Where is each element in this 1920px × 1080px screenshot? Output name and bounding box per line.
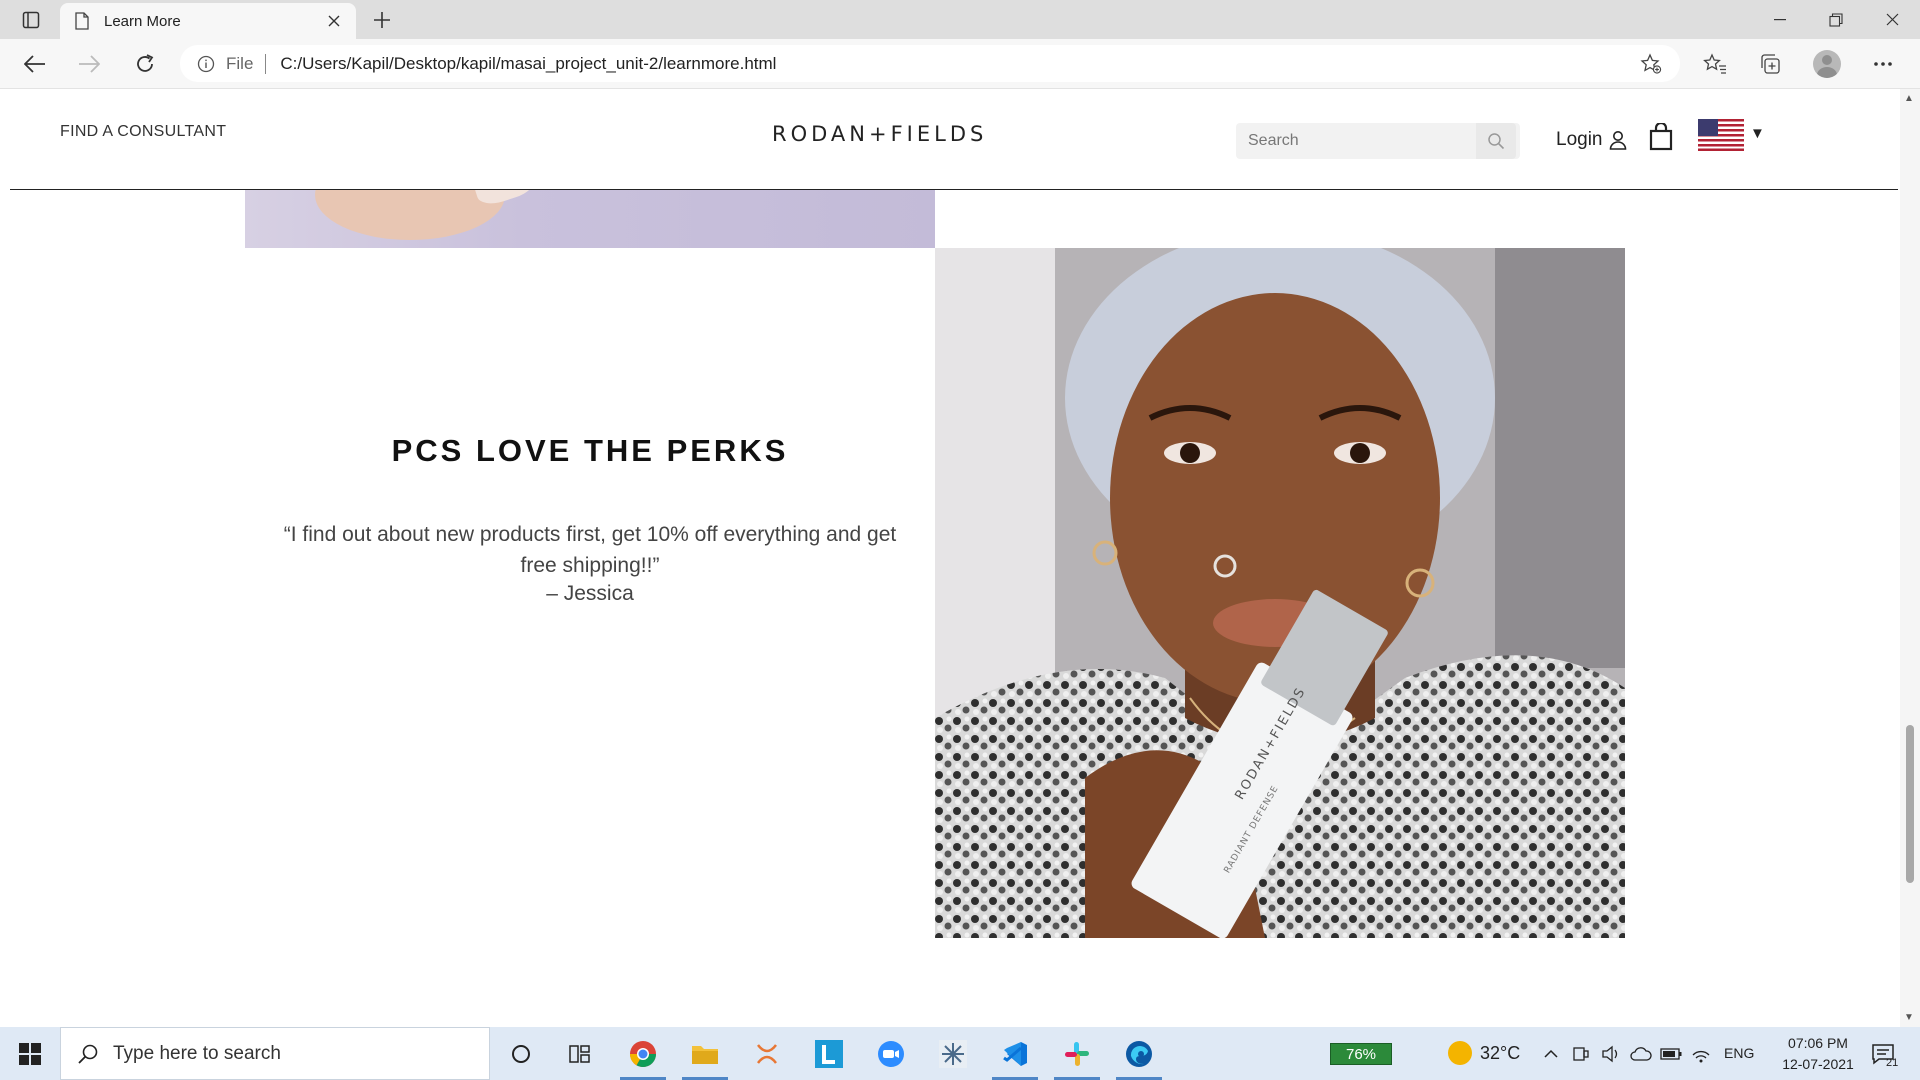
- us-flag-icon[interactable]: [1698, 119, 1744, 151]
- page-scrollbar[interactable]: ▲ ▼: [1900, 89, 1920, 1027]
- battery-meter[interactable]: 76%: [1330, 1043, 1392, 1065]
- profile-avatar[interactable]: [1812, 49, 1842, 79]
- search-box: [1236, 123, 1520, 159]
- tab-actions-icon[interactable]: [14, 7, 48, 33]
- minimize-icon[interactable]: [1752, 0, 1808, 39]
- login-label: Login: [1556, 129, 1603, 150]
- reload-icon[interactable]: [130, 49, 160, 79]
- browser-tab[interactable]: Learn More: [60, 3, 356, 39]
- search-input[interactable]: [1236, 123, 1476, 159]
- address-separator: [265, 53, 267, 74]
- previous-section-image: [245, 190, 935, 248]
- windows-taskbar: Type here to search 76% 32°C ENG 07:06 P…: [0, 1027, 1920, 1080]
- find-consultant-link[interactable]: FIND A CONSULTANT: [60, 123, 226, 141]
- browser-toolbar: File C:/Users/Kapil/Desktop/kapil/masai_…: [0, 39, 1920, 89]
- site-header: FIND A CONSULTANT RODAN+FIELDS Login: [0, 89, 1900, 189]
- scrollbar-thumb[interactable]: [1906, 725, 1914, 883]
- address-scheme-label: File: [226, 53, 254, 73]
- onedrive-cloud-icon[interactable]: [1630, 1043, 1652, 1065]
- search-icon[interactable]: [1476, 123, 1516, 159]
- user-icon: [1609, 130, 1629, 150]
- window-controls: [1752, 0, 1920, 39]
- brand-logo[interactable]: RODAN+FIELDS: [772, 122, 987, 146]
- clock-time[interactable]: 07:06 PM: [1776, 1035, 1860, 1051]
- search-icon: [77, 1043, 99, 1065]
- cortana-icon[interactable]: [492, 1027, 550, 1080]
- battery-icon[interactable]: [1660, 1043, 1682, 1065]
- shopping-bag-icon[interactable]: [1648, 122, 1674, 152]
- forward-arrow-icon[interactable]: [74, 49, 104, 79]
- page-viewport: FIND A CONSULTANT RODAN+FIELDS Login: [0, 89, 1920, 1027]
- browser-tab-bar: Learn More: [0, 0, 1920, 39]
- close-window-icon[interactable]: [1864, 0, 1920, 39]
- site-info-icon[interactable]: [196, 54, 216, 74]
- clock-date[interactable]: 12-07-2021: [1770, 1056, 1866, 1072]
- add-favorite-star-icon[interactable]: [1640, 53, 1662, 75]
- favorites-icon[interactable]: [1700, 49, 1730, 79]
- weather-sun-icon: [1448, 1041, 1472, 1065]
- zoom-icon[interactable]: [862, 1027, 920, 1080]
- collections-icon[interactable]: [1755, 49, 1785, 79]
- hand-image-fragment: [315, 190, 505, 240]
- chrome-icon[interactable]: [614, 1027, 672, 1080]
- wifi-icon[interactable]: [1690, 1043, 1712, 1065]
- notification-count-badge: 21: [1886, 1057, 1899, 1069]
- edge-browser-icon[interactable]: [1110, 1027, 1168, 1080]
- weather-temperature: 32°C: [1480, 1042, 1521, 1063]
- device-icon[interactable]: [1570, 1043, 1592, 1065]
- snipping-tool-icon[interactable]: [738, 1027, 796, 1080]
- taskbar-search-placeholder: Type here to search: [113, 1042, 281, 1064]
- restore-icon[interactable]: [1808, 0, 1864, 39]
- page-icon: [74, 11, 90, 31]
- country-dropdown-caret-icon[interactable]: ▼: [1750, 125, 1765, 142]
- slack-icon[interactable]: [1048, 1027, 1106, 1080]
- back-arrow-icon[interactable]: [20, 49, 50, 79]
- scroll-up-arrow-icon[interactable]: ▲: [1904, 93, 1914, 104]
- testimonial-author: – Jessica: [546, 582, 634, 605]
- close-tab-icon[interactable]: [324, 11, 344, 31]
- woman-holding-product-image: RODAN+FIELDS RADIANT DEFENSE: [935, 248, 1625, 938]
- perks-heading: PCS LOVE THE PERKS: [391, 433, 789, 468]
- vscode-icon[interactable]: [986, 1027, 1044, 1080]
- scroll-down-arrow-icon[interactable]: ▼: [1904, 1012, 1914, 1023]
- login-button[interactable]: Login: [1556, 129, 1629, 151]
- weather-widget[interactable]: 32°C: [1448, 1041, 1520, 1065]
- profile-avatar-icon: [1813, 50, 1841, 78]
- taskbar-search-box[interactable]: Type here to search: [60, 1027, 490, 1080]
- task-view-icon[interactable]: [551, 1027, 609, 1080]
- new-tab-plus-icon[interactable]: [368, 7, 396, 33]
- language-indicator[interactable]: ENG: [1724, 1045, 1754, 1061]
- show-hidden-icons-chevron-icon[interactable]: [1540, 1043, 1562, 1065]
- snowflake-app-icon[interactable]: [924, 1027, 982, 1080]
- more-options-icon[interactable]: [1868, 49, 1898, 79]
- tab-title: Learn More: [104, 12, 181, 30]
- learning-app-icon[interactable]: [800, 1027, 858, 1080]
- windows-start-icon[interactable]: [0, 1027, 60, 1080]
- testimonial-quote: “I find out about new products first, ge…: [283, 523, 897, 577]
- testimonial-photo: RODAN+FIELDS RADIANT DEFENSE: [935, 248, 1625, 938]
- file-explorer-icon[interactable]: [676, 1027, 734, 1080]
- volume-icon[interactable]: [1600, 1043, 1622, 1065]
- address-url[interactable]: C:/Users/Kapil/Desktop/kapil/masai_proje…: [280, 54, 776, 74]
- address-bar[interactable]: File C:/Users/Kapil/Desktop/kapil/masai_…: [180, 45, 1680, 82]
